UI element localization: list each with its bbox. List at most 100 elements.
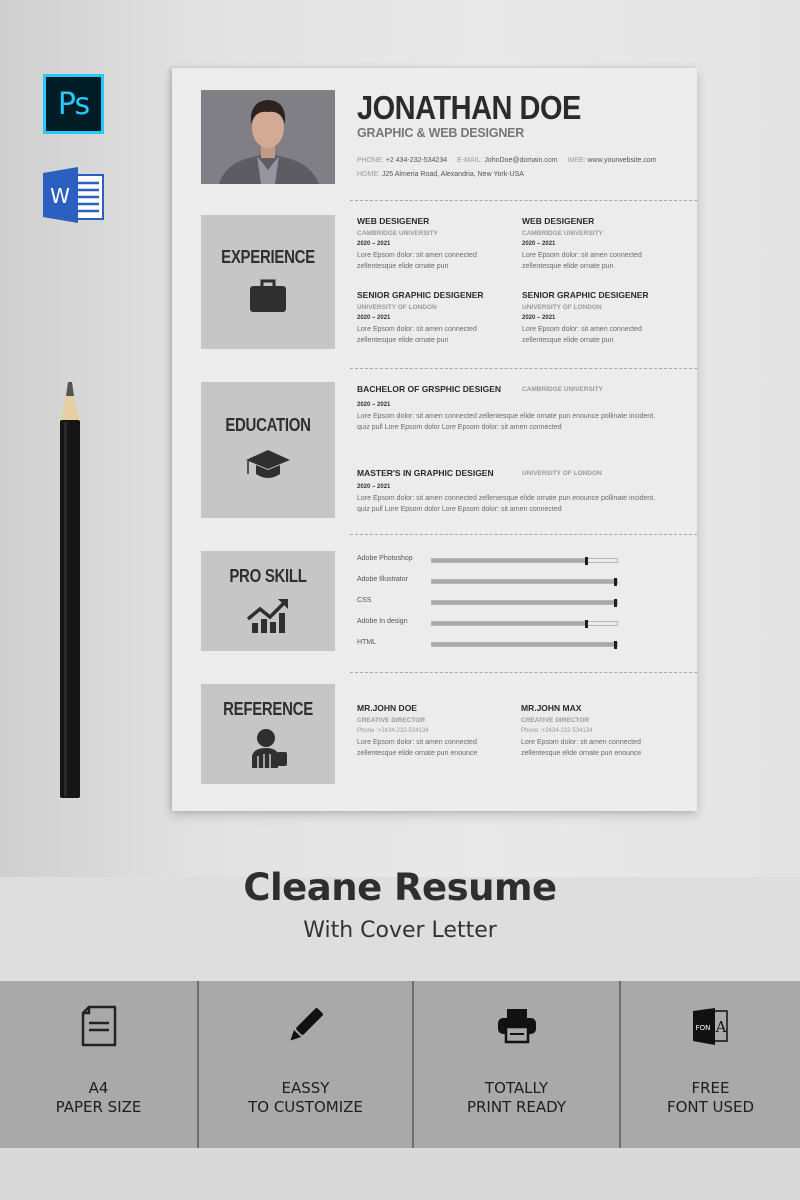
feature-line2: PRINT READY <box>466 1098 567 1116</box>
portrait-image <box>201 90 335 184</box>
printer-icon <box>497 1009 536 1044</box>
feature-print-ready: TOTALLY PRINT READY <box>414 981 621 1148</box>
resume-role: GRAPHIC & WEB DESIGNER <box>357 126 525 140</box>
reference-section-box: REFERENCE <box>201 684 335 784</box>
degree-org: CAMBRIDGE UNIVERSITY <box>522 386 603 393</box>
feature-customize: EASSY TO CUSTOMIZE <box>199 981 414 1148</box>
job-desc: Lore Epsom dolor: sit amen connected zel… <box>522 326 642 344</box>
contact-line-2: HOME: J25 Almeria Road, Alexandria, New … <box>357 171 524 178</box>
reference-desc: Lore Epsom dolor: sit amen connected zel… <box>357 739 478 757</box>
reference-desc: Lore Epsom dolor: sit amen connected zel… <box>521 739 642 757</box>
degree-years: 2020 – 2021 <box>357 402 391 408</box>
reference-phone: Phone :+2434-232-534134 <box>357 728 429 734</box>
email-value: JohnDoe@domain.com <box>484 157 558 164</box>
job-org: CAMBRIDGE UNIVERSITY <box>522 230 603 237</box>
job-years: 2020 – 2021 <box>357 241 391 247</box>
job-years: 2020 – 2021 <box>522 241 556 247</box>
job-desc: Lore Epsom dolor: sit amen connected zel… <box>357 252 477 270</box>
separator <box>350 368 697 369</box>
photoshop-label: Ps <box>57 86 90 122</box>
growth-chart-icon <box>246 598 288 633</box>
experience-item: SENIOR GRAPHIC DESIGENER UNIVERSITY OF L… <box>522 290 682 346</box>
skills-heading: PRO SKILL <box>229 565 307 587</box>
education-section-box: EDUCATION <box>201 382 335 518</box>
skill-name: Adobe Illustrator <box>357 576 408 583</box>
reference-phone: Phone :+2434-232-534134 <box>521 728 593 734</box>
separator <box>350 534 697 535</box>
separator <box>350 200 697 201</box>
briefcase-icon <box>250 279 286 312</box>
skill-bar <box>431 557 618 565</box>
phone-label: PHONE: <box>357 157 384 164</box>
degree-org: UNIVERSITY OF LONDON <box>522 470 602 477</box>
degree-title: MASTER'S IN GRAPHIC DESIGEN <box>357 468 494 478</box>
skill-row: CSS <box>357 597 657 609</box>
job-title: SENIOR GRAPHIC DESIGENER <box>357 290 484 300</box>
feature-label: FREE FONT USED <box>667 1079 754 1117</box>
education-item: MASTER'S IN GRAPHIC DESIGEN UNIVERSITY O… <box>357 468 657 515</box>
phone-value: +2 434-232-534234 <box>385 157 448 164</box>
skill-bar-marker <box>614 641 617 649</box>
job-title: WEB DESIGENER <box>522 216 595 226</box>
job-years: 2020 – 2021 <box>522 315 556 321</box>
web-value: www.yourwebsite.com <box>587 157 657 164</box>
document-icon <box>81 1005 116 1047</box>
degree-title: BACHELOR OF GRSPHIC DESIGEN <box>357 384 502 394</box>
skill-bar-marker <box>614 599 617 607</box>
feature-line2: TO CUSTOMIZE <box>248 1098 363 1116</box>
job-desc: Lore Epsom dolor: sit amen connected zel… <box>357 326 477 344</box>
reference-name: MR.JOHN MAX <box>521 703 582 713</box>
reference-item: MR.JOHN MAX CREATIVE DIRECTOR Phone :+24… <box>521 703 681 759</box>
home-value: J25 Almeria Road, Alexandria, New York-U… <box>381 171 524 178</box>
skill-row: Adobe Illustrator <box>357 576 657 588</box>
skill-bar <box>431 641 618 649</box>
feature-line2: PAPER SIZE <box>55 1098 142 1116</box>
job-years: 2020 – 2021 <box>357 315 391 321</box>
web-label: WEB: <box>567 157 586 164</box>
feature-label: A4 PAPER SIZE <box>56 1079 142 1117</box>
skill-row: Adobe Photoshop <box>357 555 657 567</box>
font-icon-letter: A <box>714 1018 726 1036</box>
job-desc: Lore Epsom dolor: sit amen connected zel… <box>522 252 642 270</box>
degree-desc: Lore Epsom dolor: sit amen connected zel… <box>357 413 656 431</box>
font-icon: FON A <box>692 1008 728 1045</box>
experience-section-box: EXPERIENCE <box>201 215 335 349</box>
feature-paper-size: A4 PAPER SIZE <box>0 981 199 1148</box>
resume-paper: JONATHAN DOE GRAPHIC & WEB DESIGNER PHON… <box>172 68 697 811</box>
font-icon-text: FON <box>695 1024 710 1032</box>
separator <box>350 672 697 673</box>
word-icon: W <box>43 167 104 223</box>
pencil-image <box>60 382 80 798</box>
reference-title: CREATIVE DIRECTOR <box>521 717 590 724</box>
skill-bar-fill <box>432 559 588 562</box>
feature-free-font: FON A FREE FONT USED <box>621 981 800 1148</box>
skill-bar-marker <box>585 620 589 628</box>
feature-line1: A4 <box>88 1079 109 1097</box>
reference-item: MR.JOHN DOE CREATIVE DIRECTOR Phone :+24… <box>357 703 517 759</box>
word-label: W <box>50 184 70 208</box>
feature-line1: EASSY <box>281 1079 330 1097</box>
skill-bar-fill <box>432 622 588 625</box>
skill-bar-fill <box>432 580 617 583</box>
product-title: Cleane Resume <box>243 866 557 909</box>
reference-heading: REFERENCE <box>223 698 313 720</box>
job-org: UNIVERSITY OF LONDON <box>357 304 437 311</box>
education-item: BACHELOR OF GRSPHIC DESIGEN CAMBRIDGE UN… <box>357 384 657 433</box>
skill-name: Adobe Photoshop <box>357 555 413 562</box>
experience-heading: EXPERIENCE <box>221 246 315 268</box>
job-org: UNIVERSITY OF LONDON <box>522 304 602 311</box>
experience-item: WEB DESIGENER CAMBRIDGE UNIVERSITY 2020 … <box>357 216 517 272</box>
skill-bar <box>431 599 618 607</box>
home-label: HOME: <box>357 171 380 178</box>
resume-name: JONATHAN DOE <box>357 90 581 127</box>
feature-label: TOTALLY PRINT READY <box>467 1079 566 1117</box>
skill-name: Adobe In design <box>357 618 408 625</box>
degree-years: 2020 – 2021 <box>357 484 391 490</box>
skill-name: CSS <box>357 597 372 604</box>
job-title: WEB DESIGENER <box>357 216 430 226</box>
email-label: E-MAIL: <box>457 157 483 164</box>
job-title: SENIOR GRAPHIC DESIGENER <box>522 290 649 300</box>
skill-name: HTML <box>357 639 377 646</box>
skill-bar-marker <box>614 578 617 586</box>
features-band: A4 PAPER SIZE EASSY TO CUSTOMIZE TOTALLY… <box>0 981 800 1148</box>
